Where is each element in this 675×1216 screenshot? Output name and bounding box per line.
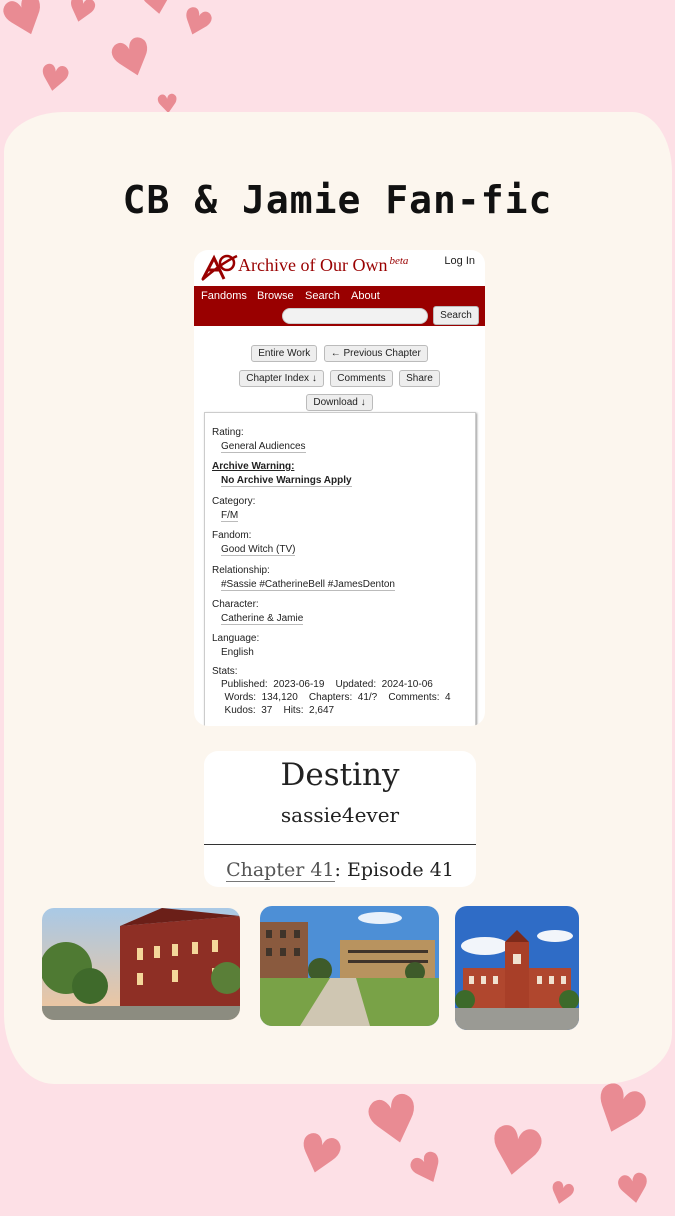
stats-line: Words: 134,120 Chapters: 41/? Comments: … (219, 692, 451, 703)
heart-icon: ♥ (289, 1120, 350, 1192)
warning-tag[interactable]: No Archive Warnings Apply (221, 475, 352, 487)
comments-button[interactable]: Comments (330, 370, 393, 387)
heart-icon: ♥ (612, 1164, 656, 1216)
language-value: English (221, 647, 254, 658)
rating-tag[interactable]: General Audiences (221, 441, 306, 453)
chapter-heading: Chapter 41: Episode 41 (204, 859, 476, 882)
previous-chapter-button[interactable]: ← Previous Chapter (323, 345, 428, 362)
divider (204, 844, 476, 845)
stats-line: Published: 2023-06-19 Updated: 2024-10-0… (221, 679, 433, 690)
nav-buttons-row-1: Entire Work ← Previous Chapter (194, 343, 485, 362)
category-tag[interactable]: F/M (221, 510, 239, 522)
work-title: Destiny (280, 757, 400, 793)
beta-label: beta (389, 255, 409, 267)
language-label: Language: (212, 633, 260, 644)
heart-icon: ♥ (401, 1141, 454, 1199)
relationship-label: Relationship: (212, 565, 270, 576)
relationship-tag[interactable]: #Sassie #CatherineBell #JamesDenton (221, 579, 395, 591)
rating-label: Rating: (212, 427, 244, 438)
entire-work-button[interactable]: Entire Work (251, 345, 318, 362)
chapter-index-button[interactable]: Chapter Index ↓ (239, 370, 324, 387)
nav-search[interactable]: Search (305, 290, 340, 302)
share-button[interactable]: Share (399, 370, 440, 387)
search-input[interactable] (282, 308, 428, 324)
character-tag[interactable]: Catherine & Jamie (221, 613, 304, 625)
heart-icon: ♥ (579, 1067, 659, 1157)
nav-bar: Fandoms Browse Search About Search (194, 286, 485, 326)
campus-photo-tower-building (455, 906, 579, 1030)
ao3-header: Archive of Our Own beta Log In (194, 250, 485, 286)
campus-photo-courtyard (260, 906, 439, 1026)
ao3-screenshot: Archive of Our Own beta Log In Fandoms Br… (194, 250, 485, 726)
nav-buttons-row-2: Chapter Index ↓ Comments Share (194, 368, 485, 387)
work-header-card: Destiny sassie4ever Chapter 41: Episode … (204, 751, 476, 887)
work-meta: Rating: General Audiences Archive Warnin… (204, 412, 476, 726)
search-button[interactable]: Search (433, 306, 479, 325)
fandom-tag[interactable]: Good Witch (TV) (221, 544, 296, 556)
character-label: Character: (212, 599, 259, 610)
chapter-link[interactable]: Chapter 41 (226, 859, 335, 882)
heart-icon: ♥ (102, 24, 163, 94)
nav-browse[interactable]: Browse (257, 290, 294, 302)
heart-icon: ♥ (479, 1109, 552, 1196)
heart-icon: ♥ (136, 0, 178, 26)
heart-icon: ♥ (0, 0, 58, 55)
site-name[interactable]: Archive of Our Own beta (238, 255, 408, 276)
heart-icon: ♥ (174, 0, 219, 49)
fandom-label: Fandom: (212, 530, 252, 541)
work-author[interactable]: sassie4ever (204, 803, 476, 827)
heart-icon: ♥ (544, 1174, 580, 1215)
warning-label[interactable]: Archive Warning: (212, 461, 294, 472)
ao3-logo-icon (201, 254, 238, 281)
stats-label: Stats: (212, 666, 238, 677)
campus-photo-red-brick-hall (42, 908, 240, 1020)
page-title: CB & Jamie Fan-fic (122, 178, 553, 222)
nav-fandoms[interactable]: Fandoms (201, 290, 247, 302)
download-button[interactable]: Download ↓ (306, 394, 373, 411)
nav-buttons-row-3: Download ↓ (194, 392, 485, 411)
nav-about[interactable]: About (351, 290, 380, 302)
login-link[interactable]: Log In (444, 255, 475, 267)
heart-icon: ♥ (34, 56, 74, 103)
chapter-title: : Episode 41 (334, 859, 454, 881)
stats-line: Kudos: 37 Hits: 2,647 (219, 705, 335, 716)
heart-icon: ♥ (61, 0, 102, 35)
category-label: Category: (212, 496, 256, 507)
site-name-text: Archive of Our Own (238, 255, 388, 275)
